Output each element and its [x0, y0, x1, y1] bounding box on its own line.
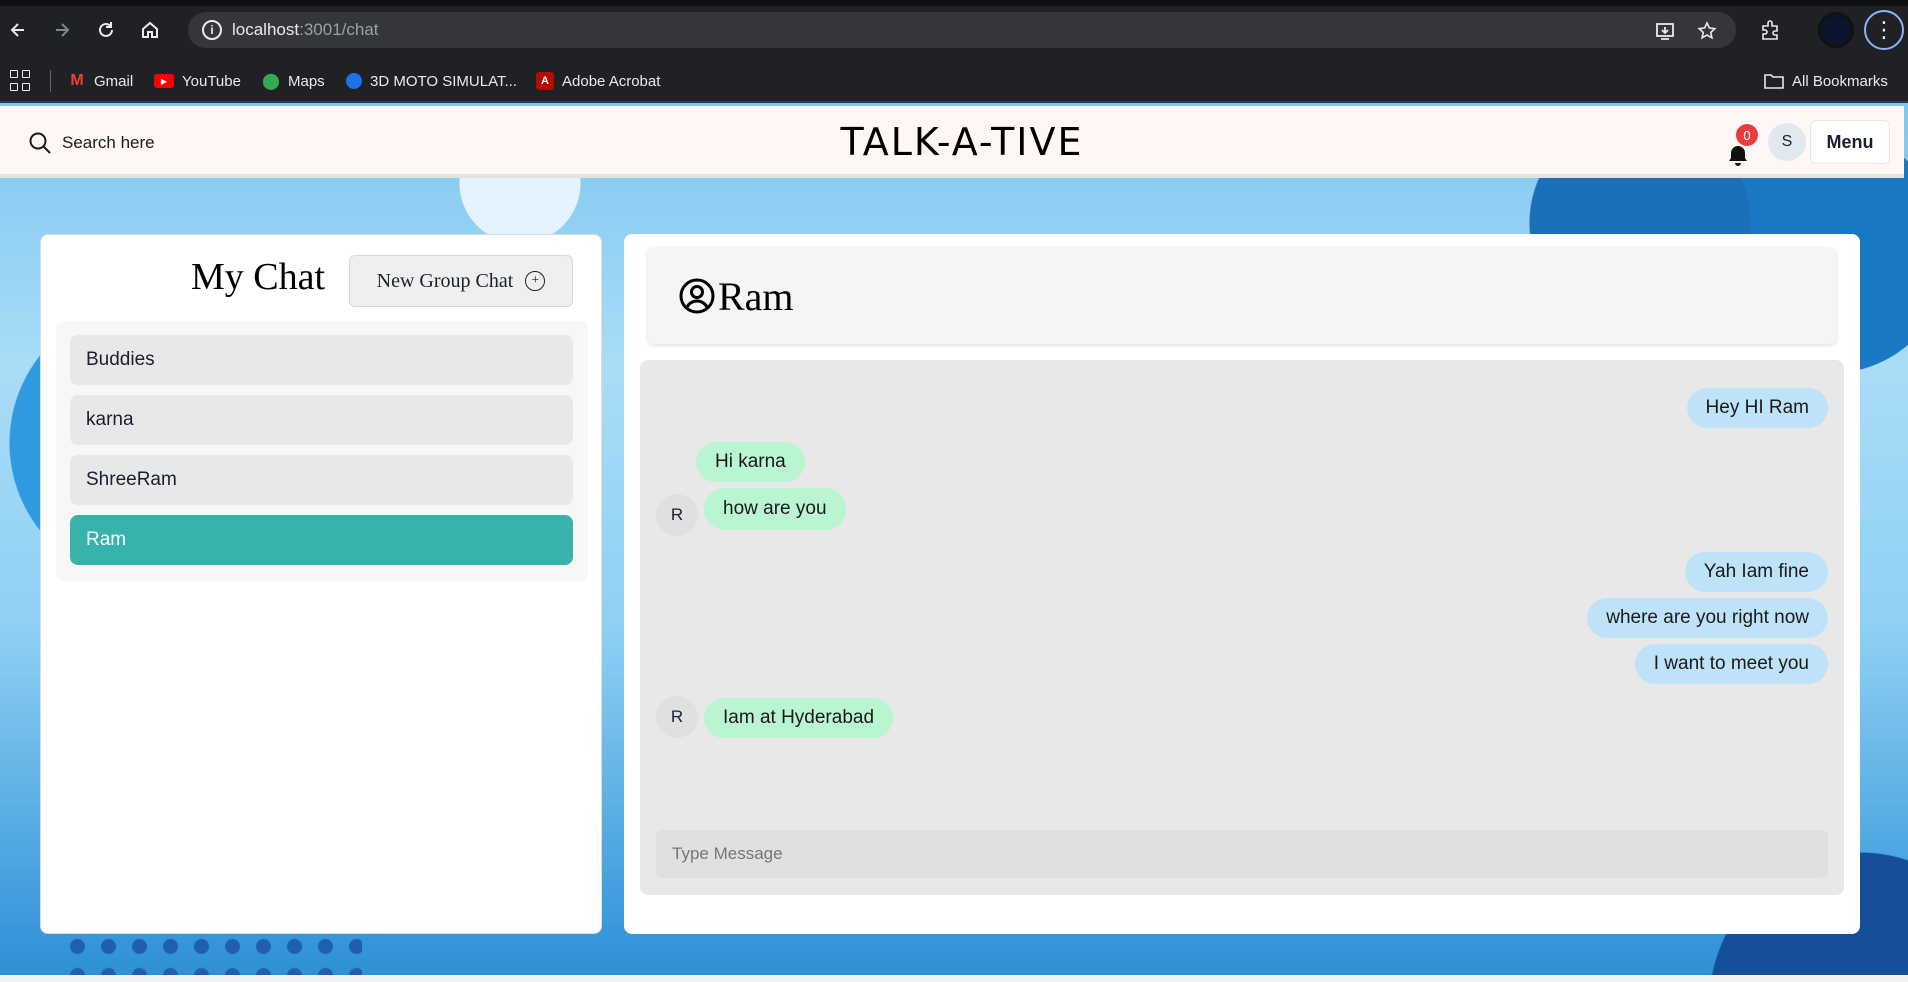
bell-icon[interactable]: [1726, 144, 1750, 168]
install-app-icon[interactable]: [1654, 20, 1676, 42]
bookmarks-divider: [50, 70, 51, 92]
chat-item-karna[interactable]: karna: [70, 395, 573, 445]
all-bookmarks[interactable]: All Bookmarks: [1764, 68, 1888, 94]
tab-strip: [0, 0, 1908, 6]
messages-area: Hey HI Ram Hi karna R how are you Yah Ia…: [640, 360, 1844, 895]
home-icon[interactable]: [136, 16, 164, 44]
bookmark-label: Adobe Acrobat: [562, 72, 661, 90]
browser-toolbar: i localhost:3001/chat ⋮: [0, 0, 1908, 60]
sender-avatar[interactable]: R: [656, 696, 698, 738]
bookmark-maps[interactable]: ⬤ Maps: [262, 68, 325, 94]
forward-icon[interactable]: [48, 16, 76, 44]
bookmark-label: YouTube: [182, 72, 241, 90]
reload-icon[interactable]: [92, 16, 120, 44]
bookmark-youtube[interactable]: ▶ YouTube: [154, 68, 241, 94]
new-group-chat-button[interactable]: New Group Chat +: [349, 255, 573, 307]
message-outgoing: Hey HI Ram: [1686, 388, 1828, 428]
chat-item-ram[interactable]: Ram: [70, 515, 573, 565]
user-circle-icon[interactable]: [678, 277, 716, 315]
acrobat-icon: A: [536, 72, 554, 90]
youtube-icon: ▶: [154, 74, 174, 88]
user-avatar[interactable]: S: [1768, 123, 1806, 161]
all-bookmarks-label: All Bookmarks: [1792, 72, 1888, 90]
app-header: Search here TALK-A-TIVE 0 S Menu: [0, 106, 1904, 178]
site-info-icon[interactable]: i: [202, 20, 222, 40]
message-incoming: Iam at Hyderabad: [704, 698, 894, 738]
globe-icon: [346, 73, 362, 89]
chat-list: Buddies karna ShreeRam Ram: [56, 321, 588, 581]
message-input[interactable]: [656, 830, 1828, 878]
extensions-icon[interactable]: [1754, 14, 1786, 46]
bookmark-gmail[interactable]: M Gmail: [68, 68, 133, 94]
new-group-chat-label: New Group Chat: [376, 269, 514, 292]
bookmark-3d-moto[interactable]: 3D MOTO SIMULAT...: [346, 68, 517, 94]
chat-title: Ram: [718, 273, 794, 319]
message-outgoing: Yah Iam fine: [1684, 552, 1828, 592]
message-outgoing: I want to meet you: [1634, 644, 1828, 684]
url-text: localhost:3001/chat: [232, 20, 379, 39]
message-incoming: Hi karna: [696, 442, 805, 482]
apps-grid-icon[interactable]: [10, 70, 32, 92]
my-chat-title: My Chat: [191, 256, 326, 298]
app-title: TALK-A-TIVE: [840, 120, 1084, 164]
folder-icon: [1764, 74, 1784, 89]
message-outgoing: where are you right now: [1587, 598, 1828, 638]
my-chats-panel: My Chat New Group Chat + Buddies karna S…: [40, 234, 602, 934]
browser-menu-icon[interactable]: ⋮: [1864, 10, 1904, 50]
bookmark-label: Gmail: [94, 72, 134, 90]
chat-panel: Ram Hey HI Ram Hi karna R how are you Ya…: [624, 234, 1860, 934]
address-bar[interactable]: i localhost:3001/chat: [188, 12, 1736, 48]
sender-avatar[interactable]: R: [656, 494, 698, 536]
bookmark-label: 3D MOTO SIMULAT...: [370, 72, 517, 90]
add-circle-icon: +: [525, 271, 546, 291]
bookmark-adobe-acrobat[interactable]: A Adobe Acrobat: [536, 68, 660, 94]
bookmark-star-icon[interactable]: [1696, 20, 1718, 42]
chat-item-buddies[interactable]: Buddies: [70, 335, 573, 385]
gmail-icon: M: [70, 72, 84, 89]
taskbar-edge: [0, 975, 1908, 982]
chat-header: Ram: [648, 248, 1836, 344]
notification-badge: 0: [1736, 124, 1758, 146]
bookmark-label: Maps: [288, 72, 325, 90]
menu-button[interactable]: Menu: [1810, 120, 1890, 164]
message-incoming: how are you: [704, 488, 846, 530]
bookmarks-bar: M Gmail ▶ YouTube ⬤ Maps 3D MOTO SIMULAT…: [0, 60, 1908, 102]
profile-avatar[interactable]: [1818, 12, 1854, 48]
chat-item-shreeram[interactable]: ShreeRam: [70, 455, 573, 505]
back-icon[interactable]: [4, 16, 32, 44]
maps-icon: ⬤: [262, 73, 280, 90]
